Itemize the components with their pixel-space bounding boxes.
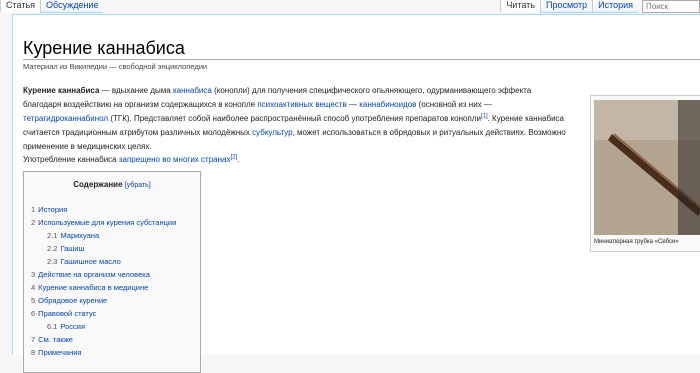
toc-item-link[interactable]: Курение каннабиса в медицине bbox=[38, 283, 148, 292]
toc-item[interactable]: 2 Используемые для курения субстанции bbox=[31, 216, 176, 229]
toc-hide-link[interactable]: [убрать] bbox=[125, 182, 151, 189]
toc-item-number: 6.1 bbox=[47, 322, 58, 331]
toc-item-link[interactable]: Гашиш bbox=[60, 244, 84, 253]
toc-item-number: 7 bbox=[31, 335, 36, 344]
toc-item-link[interactable]: См. также bbox=[38, 335, 73, 344]
intro-text: — вдыхание дыма bbox=[99, 86, 173, 95]
toc-item-number: 5 bbox=[31, 296, 36, 305]
link-thc[interactable]: тетрагидроканнабинол bbox=[23, 114, 108, 123]
intro-text: — bbox=[346, 100, 360, 109]
link-cannabis[interactable]: каннабиса bbox=[173, 86, 212, 95]
pipe-photo[interactable] bbox=[594, 100, 700, 235]
toc-item-number: 3 bbox=[31, 270, 36, 279]
ban-paragraph: Употребление каннабиса запрещено во мног… bbox=[23, 153, 571, 167]
toc-item-link[interactable]: Действие на организм человека bbox=[38, 270, 150, 279]
toc-item[interactable]: 1 История bbox=[31, 203, 176, 216]
toc-item-link[interactable]: Правовой статус bbox=[38, 309, 96, 318]
toc-item[interactable]: 5 Обрядовое курение bbox=[31, 294, 176, 307]
toc-item[interactable]: 7 См. также bbox=[31, 333, 176, 346]
toc-header: Содержание [убрать] bbox=[24, 172, 200, 189]
para-text: Употребление каннабиса bbox=[23, 155, 119, 164]
namespace-tabs: Статья Обсуждение bbox=[0, 0, 104, 13]
page-title: Курение каннабиса bbox=[23, 38, 185, 58]
toc-item-number: 2.2 bbox=[47, 244, 58, 253]
tab-discussion[interactable]: Обсуждение bbox=[40, 0, 104, 13]
link-subcultures[interactable]: субкультур bbox=[252, 128, 292, 137]
toc-title: Содержание bbox=[73, 180, 123, 189]
toc-list: 1 История 2 Используемые для курения субста… bbox=[31, 203, 176, 359]
toc-item[interactable]: 6 Правовой статус bbox=[31, 307, 176, 320]
footnote-ref-1[interactable]: [1] bbox=[481, 113, 488, 119]
site-tagline: Материал из Википедии — свободной энцикл… bbox=[23, 62, 208, 71]
toc-item-link[interactable]: Гашишное масло bbox=[60, 257, 120, 266]
toc-item-link[interactable]: Обрядовое курение bbox=[38, 296, 107, 305]
link-banned-countries[interactable]: запрещено во многих странах bbox=[119, 155, 231, 164]
tab-history[interactable]: История bbox=[592, 0, 638, 13]
toc-item-link[interactable]: Россия bbox=[60, 322, 85, 331]
intro-text: (основной из них — bbox=[416, 100, 492, 109]
toc-item-link[interactable]: Примечания bbox=[38, 348, 81, 357]
toc-item[interactable]: 6.1 Россия bbox=[31, 320, 176, 333]
toc-item-number: 1 bbox=[31, 205, 36, 214]
toc-item-number: 2.3 bbox=[47, 257, 58, 266]
intro-text: (ТГК). Представляет собой наиболее распр… bbox=[108, 114, 481, 123]
table-of-contents: Содержание [убрать] 1 История 2 Используемы… bbox=[23, 171, 201, 373]
para-text: . bbox=[237, 155, 240, 164]
toc-item[interactable]: 4 Курение каннабиса в медицине bbox=[31, 281, 176, 294]
toc-item[interactable]: 8 Примечания bbox=[31, 346, 176, 359]
term-bold: Курение каннабиса bbox=[23, 86, 100, 95]
search-input[interactable] bbox=[642, 0, 700, 13]
view-tabs: Читать Просмотр История bbox=[500, 0, 700, 13]
tab-view-source[interactable]: Просмотр bbox=[539, 0, 593, 13]
link-psychoactive[interactable]: психоактивных веществ bbox=[257, 100, 346, 109]
toc-item-number: 6 bbox=[31, 309, 36, 318]
thumbnail-figure: Миниатюрная трубка «Себси» bbox=[590, 95, 700, 252]
toc-item-link[interactable]: Используемые для курения субстанции bbox=[38, 218, 176, 227]
toc-item-number: 2.1 bbox=[47, 231, 58, 240]
toc-item-link[interactable]: История bbox=[38, 205, 67, 214]
link-cannabinoids[interactable]: каннабиноидов bbox=[359, 100, 416, 109]
thumbnail-caption: Миниатюрная трубка «Себси» bbox=[594, 239, 679, 245]
content-area: Курение каннабиса Материал из Википедии … bbox=[12, 14, 700, 373]
toc-item-number: 4 bbox=[31, 283, 36, 292]
toc-item-link[interactable]: Марихуана bbox=[60, 231, 99, 240]
title-divider bbox=[23, 59, 700, 60]
tab-read[interactable]: Читать bbox=[500, 0, 540, 13]
toc-item[interactable]: 2.1 Марихуана bbox=[31, 229, 176, 242]
tab-article[interactable]: Статья bbox=[0, 0, 41, 13]
pipe-illustration bbox=[594, 100, 700, 235]
toc-item[interactable]: 3 Действие на организм человека bbox=[31, 268, 176, 281]
toc-item[interactable]: 2.2 Гашиш bbox=[31, 242, 176, 255]
toc-item-number: 2 bbox=[31, 218, 36, 227]
toc-item[interactable]: 2.3 Гашишное масло bbox=[31, 255, 176, 268]
toc-item-number: 8 bbox=[31, 348, 36, 357]
intro-paragraph: Курение каннабиса — вдыхание дыма каннаб… bbox=[23, 84, 571, 154]
